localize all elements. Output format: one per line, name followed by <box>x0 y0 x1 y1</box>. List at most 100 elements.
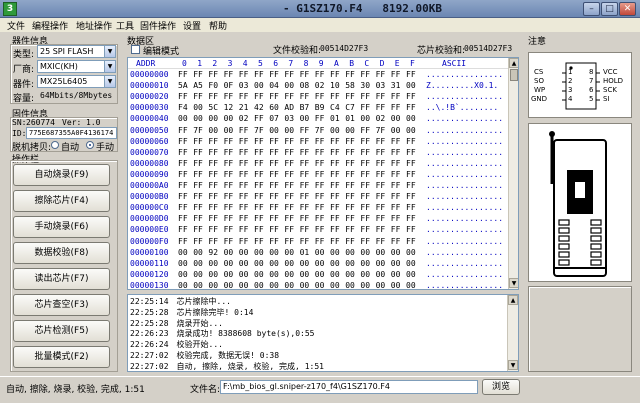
hex-byte[interactable]: FF <box>360 192 370 201</box>
chip-detect-button[interactable]: 芯片检测(F5) <box>13 320 110 342</box>
hex-byte[interactable]: 00 <box>300 281 310 289</box>
maximize-button[interactable]: □ <box>601 2 618 16</box>
hex-byte[interactable]: FF <box>391 214 401 223</box>
hex-byte[interactable]: FF <box>330 203 340 212</box>
hex-byte[interactable]: FF <box>360 225 370 234</box>
hex-byte[interactable]: 00 <box>406 248 416 257</box>
hex-byte[interactable]: FF <box>239 137 249 146</box>
hex-byte[interactable]: 00 <box>345 248 355 257</box>
hex-byte[interactable]: FF <box>254 137 264 146</box>
hex-byte[interactable]: FF <box>330 92 340 101</box>
scroll-up-icon[interactable]: ▲ <box>509 58 518 68</box>
hex-byte[interactable]: A5 <box>193 81 203 90</box>
hex-byte[interactable]: 00 <box>224 114 234 123</box>
hex-byte[interactable]: FF <box>360 237 370 246</box>
hex-byte[interactable]: FF <box>345 170 355 179</box>
batch-mode-button[interactable]: 批量模式(F2) <box>13 346 110 368</box>
hex-byte[interactable]: FF <box>254 114 264 123</box>
hex-byte[interactable]: 00 <box>406 114 416 123</box>
hex-byte[interactable]: 00 <box>284 270 294 279</box>
hex-byte[interactable]: 00 <box>178 259 188 268</box>
hex-byte[interactable]: FF <box>193 181 203 190</box>
hex-byte[interactable]: FF <box>269 203 279 212</box>
hex-byte[interactable]: 00 <box>376 259 386 268</box>
read-chip-button[interactable]: 读出芯片(F7) <box>13 268 110 290</box>
hex-byte[interactable]: FF <box>269 170 279 179</box>
hex-byte[interactable]: FF <box>391 181 401 190</box>
hex-byte[interactable]: FF <box>239 126 249 135</box>
hex-byte[interactable]: 92 <box>208 248 218 257</box>
hex-byte[interactable]: FF <box>254 192 264 201</box>
hex-byte[interactable]: 00 <box>345 281 355 289</box>
hex-byte[interactable]: 00 <box>178 248 188 257</box>
hex-byte[interactable]: 01 <box>345 114 355 123</box>
hex-byte[interactable]: FF <box>360 214 370 223</box>
hex-byte[interactable]: FF <box>284 192 294 201</box>
hex-byte[interactable]: 00 <box>208 281 218 289</box>
hex-byte[interactable]: 02 <box>376 114 386 123</box>
hex-byte[interactable]: FF <box>360 148 370 157</box>
hex-byte[interactable]: FF <box>406 92 416 101</box>
hex-byte[interactable]: FF <box>360 103 370 112</box>
hex-byte[interactable]: FF <box>269 214 279 223</box>
hex-byte[interactable]: FF <box>406 148 416 157</box>
hex-byte[interactable]: B7 <box>300 103 310 112</box>
hex-byte[interactable]: 00 <box>376 248 386 257</box>
hex-byte[interactable]: 00 <box>193 103 203 112</box>
hex-byte[interactable]: FF <box>360 181 370 190</box>
hex-byte[interactable]: 02 <box>239 114 249 123</box>
hex-byte[interactable]: FF <box>300 170 310 179</box>
scroll-thumb[interactable] <box>510 69 518 81</box>
hex-byte[interactable]: FF <box>406 237 416 246</box>
menu-help[interactable]: 帮助 <box>209 19 227 32</box>
hex-byte[interactable]: 00 <box>193 281 203 289</box>
hex-byte[interactable]: FF <box>193 214 203 223</box>
hex-byte[interactable]: 00 <box>208 114 218 123</box>
hex-byte[interactable]: FF <box>391 159 401 168</box>
hex-byte[interactable]: 00 <box>391 114 401 123</box>
menu-settings[interactable]: 设置 <box>183 19 201 32</box>
hex-byte[interactable]: FF <box>300 148 310 157</box>
hex-byte[interactable]: FF <box>239 237 249 246</box>
hex-byte[interactable]: FF <box>315 137 325 146</box>
hex-byte[interactable]: FF <box>254 92 264 101</box>
verify-data-button[interactable]: 数据校验(F8) <box>13 242 110 264</box>
hex-byte[interactable]: FF <box>376 148 386 157</box>
hex-byte[interactable]: 00 <box>330 248 340 257</box>
hex-byte[interactable]: 00 <box>193 259 203 268</box>
hex-byte[interactable]: FF <box>193 137 203 146</box>
hex-byte[interactable]: 00 <box>406 81 416 90</box>
hex-byte[interactable]: FF <box>300 192 310 201</box>
hex-byte[interactable]: FF <box>300 214 310 223</box>
hex-byte[interactable]: FF <box>300 126 310 135</box>
hex-byte[interactable]: FF <box>239 192 249 201</box>
hex-byte[interactable]: 00 <box>224 259 234 268</box>
hex-byte[interactable]: FF <box>269 159 279 168</box>
hex-byte[interactable]: 00 <box>406 126 416 135</box>
hex-byte[interactable]: 7F <box>315 126 325 135</box>
hex-byte[interactable]: FF <box>284 148 294 157</box>
browse-button[interactable]: 浏览 <box>482 379 520 395</box>
hex-byte[interactable]: FF <box>254 203 264 212</box>
hex-byte[interactable]: 00 <box>239 259 249 268</box>
hex-byte[interactable]: FF <box>406 203 416 212</box>
hex-byte[interactable]: FF <box>330 225 340 234</box>
hex-byte[interactable]: 00 <box>239 270 249 279</box>
hex-byte[interactable]: FF <box>224 192 234 201</box>
hex-byte[interactable]: FF <box>376 203 386 212</box>
hex-byte[interactable]: FF <box>391 70 401 79</box>
hex-byte[interactable]: FF <box>178 159 188 168</box>
hex-byte[interactable]: FF <box>284 225 294 234</box>
hex-byte[interactable]: FF <box>315 181 325 190</box>
hex-byte[interactable]: FF <box>208 159 218 168</box>
hex-byte[interactable]: 00 <box>254 270 264 279</box>
hex-byte[interactable]: FF <box>178 148 188 157</box>
hex-grid[interactable]: ADDR ASCII 0123456789ABCDEF 00000000 FF FF… <box>127 57 519 290</box>
hex-byte[interactable]: 00 <box>269 126 279 135</box>
hex-byte[interactable]: 04 <box>269 81 279 90</box>
menu-program-ops[interactable]: 编程操作 <box>32 19 68 32</box>
hex-byte[interactable]: FF <box>391 225 401 234</box>
hex-byte[interactable]: FF <box>360 203 370 212</box>
hex-byte[interactable]: 00 <box>406 270 416 279</box>
hex-byte[interactable]: FF <box>239 225 249 234</box>
